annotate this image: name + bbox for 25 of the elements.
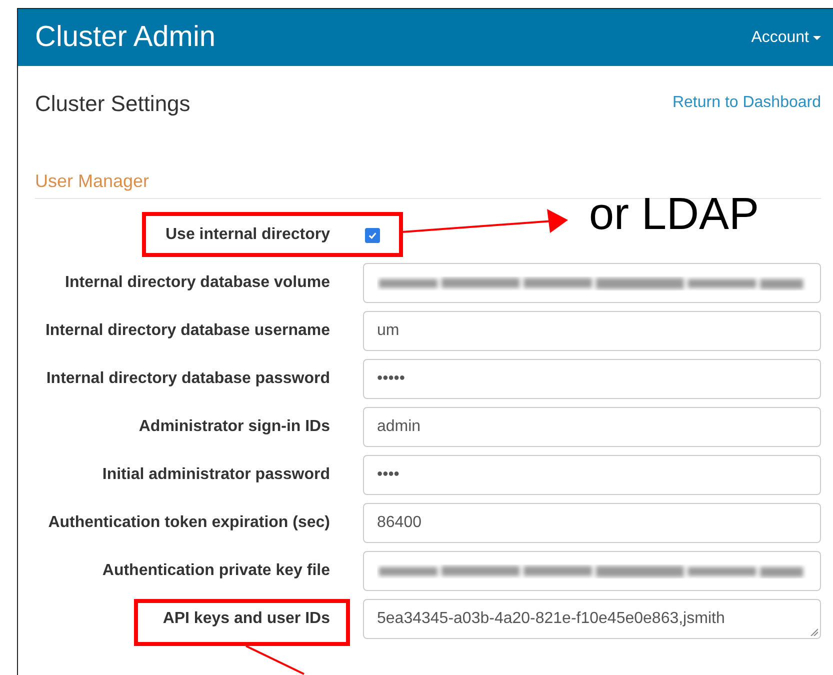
input-field[interactable]: ••••• — [363, 359, 821, 399]
text-area[interactable]: 5ea34345-a03b-4a20-821e-f10e45e0e863,jsmith — [363, 599, 821, 639]
input-field[interactable]: um — [363, 311, 821, 351]
field-label: Initial administrator password — [101, 466, 330, 484]
field-label: Internal directory database username — [44, 322, 330, 340]
app-title: Cluster Admin — [35, 21, 216, 54]
input-field[interactable] — [363, 551, 821, 591]
account-menu[interactable]: Account — [751, 28, 821, 46]
checkbox[interactable] — [365, 228, 380, 242]
page-title: Cluster Settings — [35, 91, 190, 117]
field-label: API keys and user IDs — [162, 610, 330, 628]
section-title: User Manager — [35, 171, 821, 199]
field-label: Internal directory database password — [45, 370, 330, 388]
resize-grip-icon[interactable] — [810, 628, 818, 636]
field-label: Use internal directory — [164, 226, 330, 244]
field-label: Authentication private key file — [101, 562, 330, 580]
input-field[interactable]: admin — [363, 407, 821, 447]
input-field[interactable]: 86400 — [363, 503, 821, 543]
input-field[interactable] — [363, 263, 821, 303]
field-label: Administrator sign-in IDs — [138, 418, 330, 436]
field-label: Internal directory database volume — [64, 274, 330, 292]
field-label: Authentication token expiration (sec) — [47, 514, 330, 532]
dashboard-link[interactable]: Return to Dashboard — [672, 91, 821, 112]
input-field[interactable]: •••• — [363, 455, 821, 495]
caret-icon — [813, 36, 821, 40]
